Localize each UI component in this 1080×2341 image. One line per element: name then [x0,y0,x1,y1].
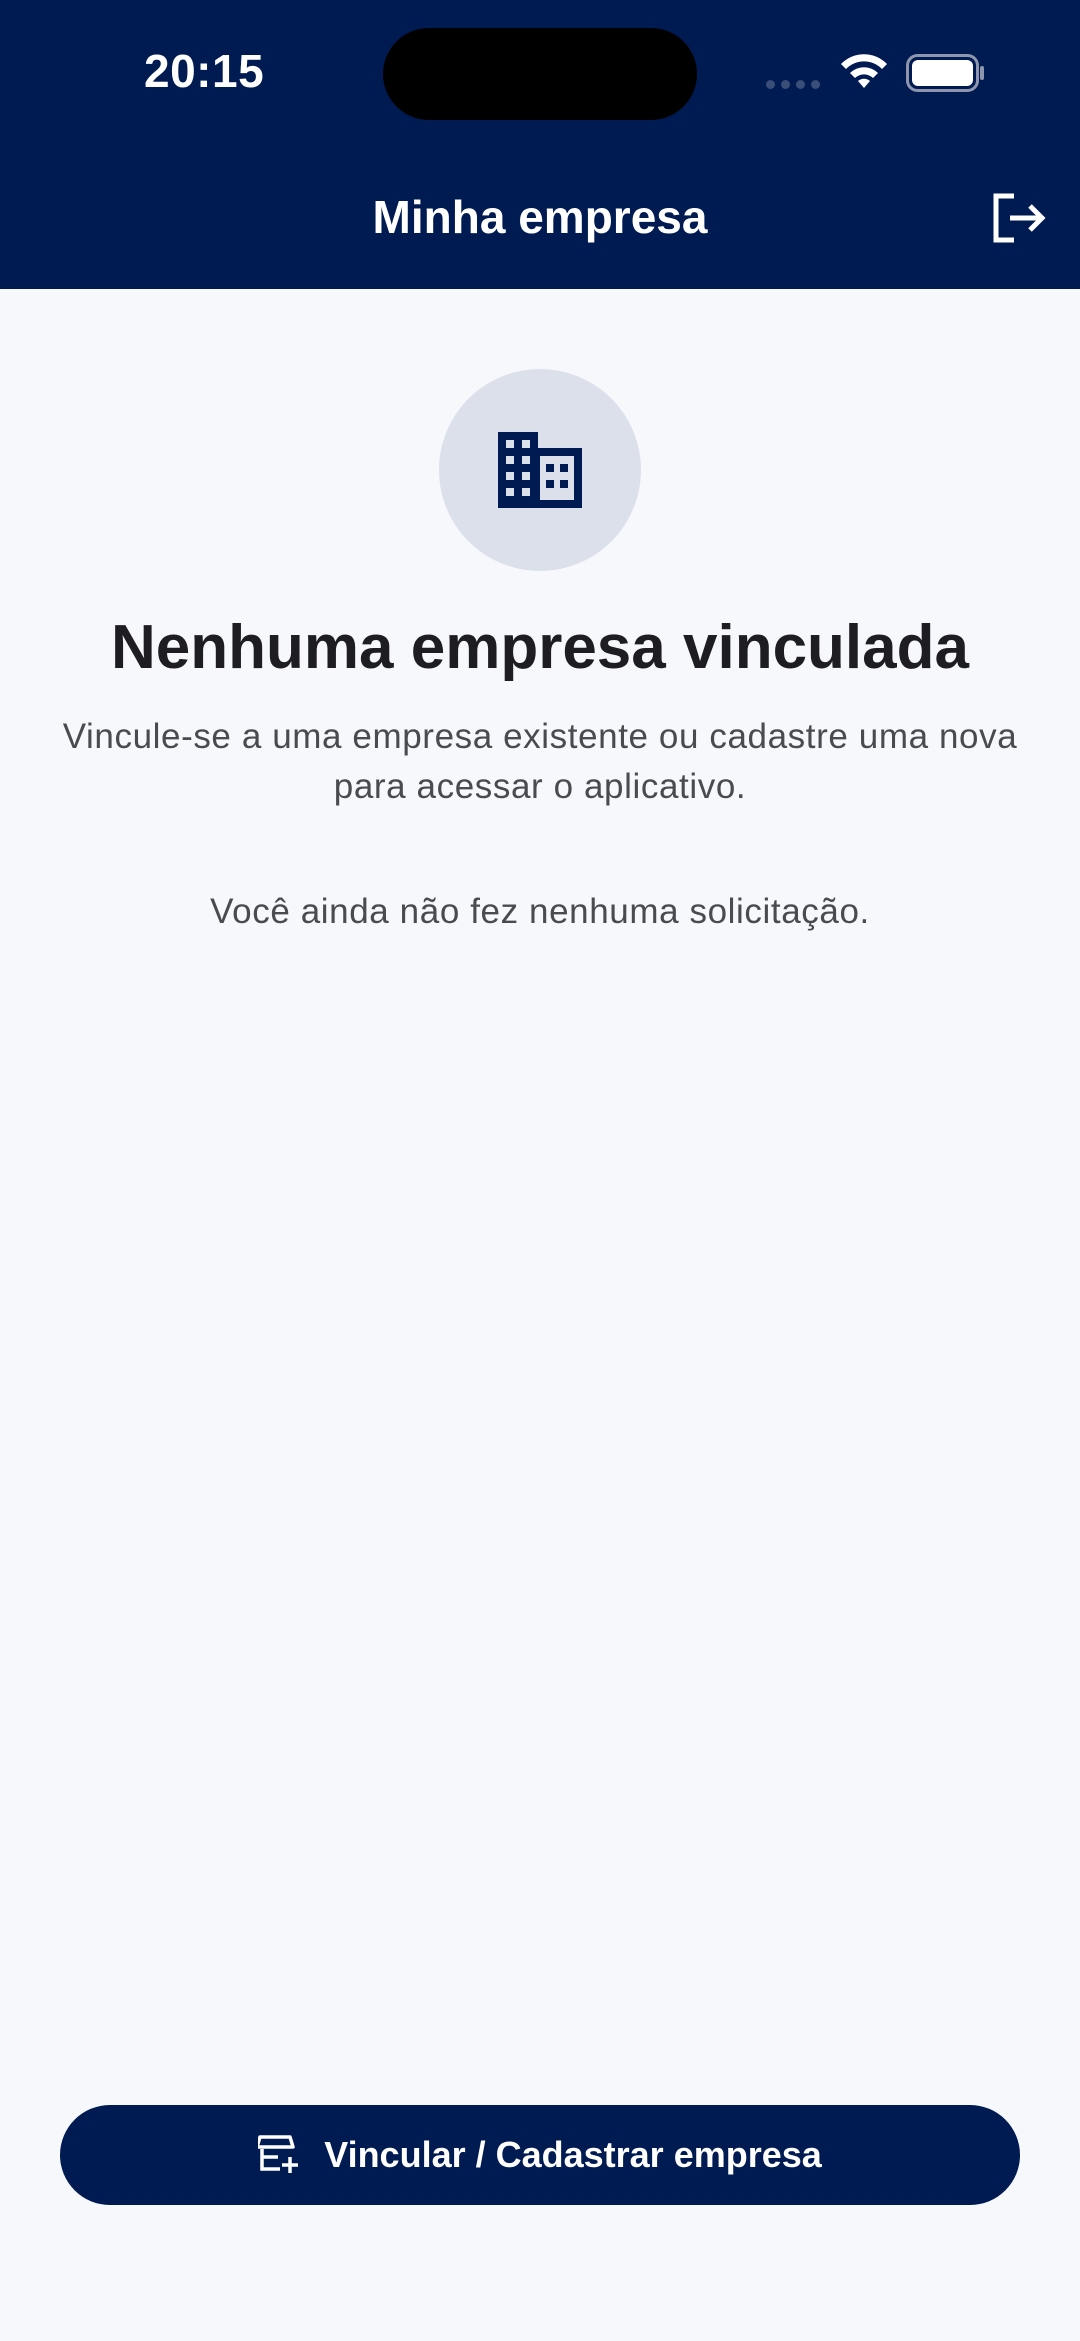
logout-icon[interactable] [990,192,1048,244]
app-header: 20:15 Minha empresa [0,0,1080,289]
empty-state-description: Vincule-se a uma empresa existente ou ca… [62,717,1018,806]
cellular-signal-icon [766,80,822,90]
empty-state-title: Nenhuma empresa vinculada [111,613,969,682]
store-add-icon [258,2135,299,2173]
button-label: Vincular / Cadastrar empresa [324,2134,822,2175]
page-title: Minha empresa [372,191,708,243]
status-bar-time: 20:15 [144,45,265,97]
screen: 20:15 Minha empresa Nenhuma empresa vinc… [0,0,1080,2341]
battery-icon [906,54,984,92]
dynamic-island [383,28,697,120]
wifi-icon [841,54,887,88]
building-icon [498,432,582,508]
no-requests-message: Você ainda não fez nenhuma solicitação. [210,892,870,931]
link-register-company-button[interactable]: Vincular / Cadastrar empresa [60,2105,1020,2205]
